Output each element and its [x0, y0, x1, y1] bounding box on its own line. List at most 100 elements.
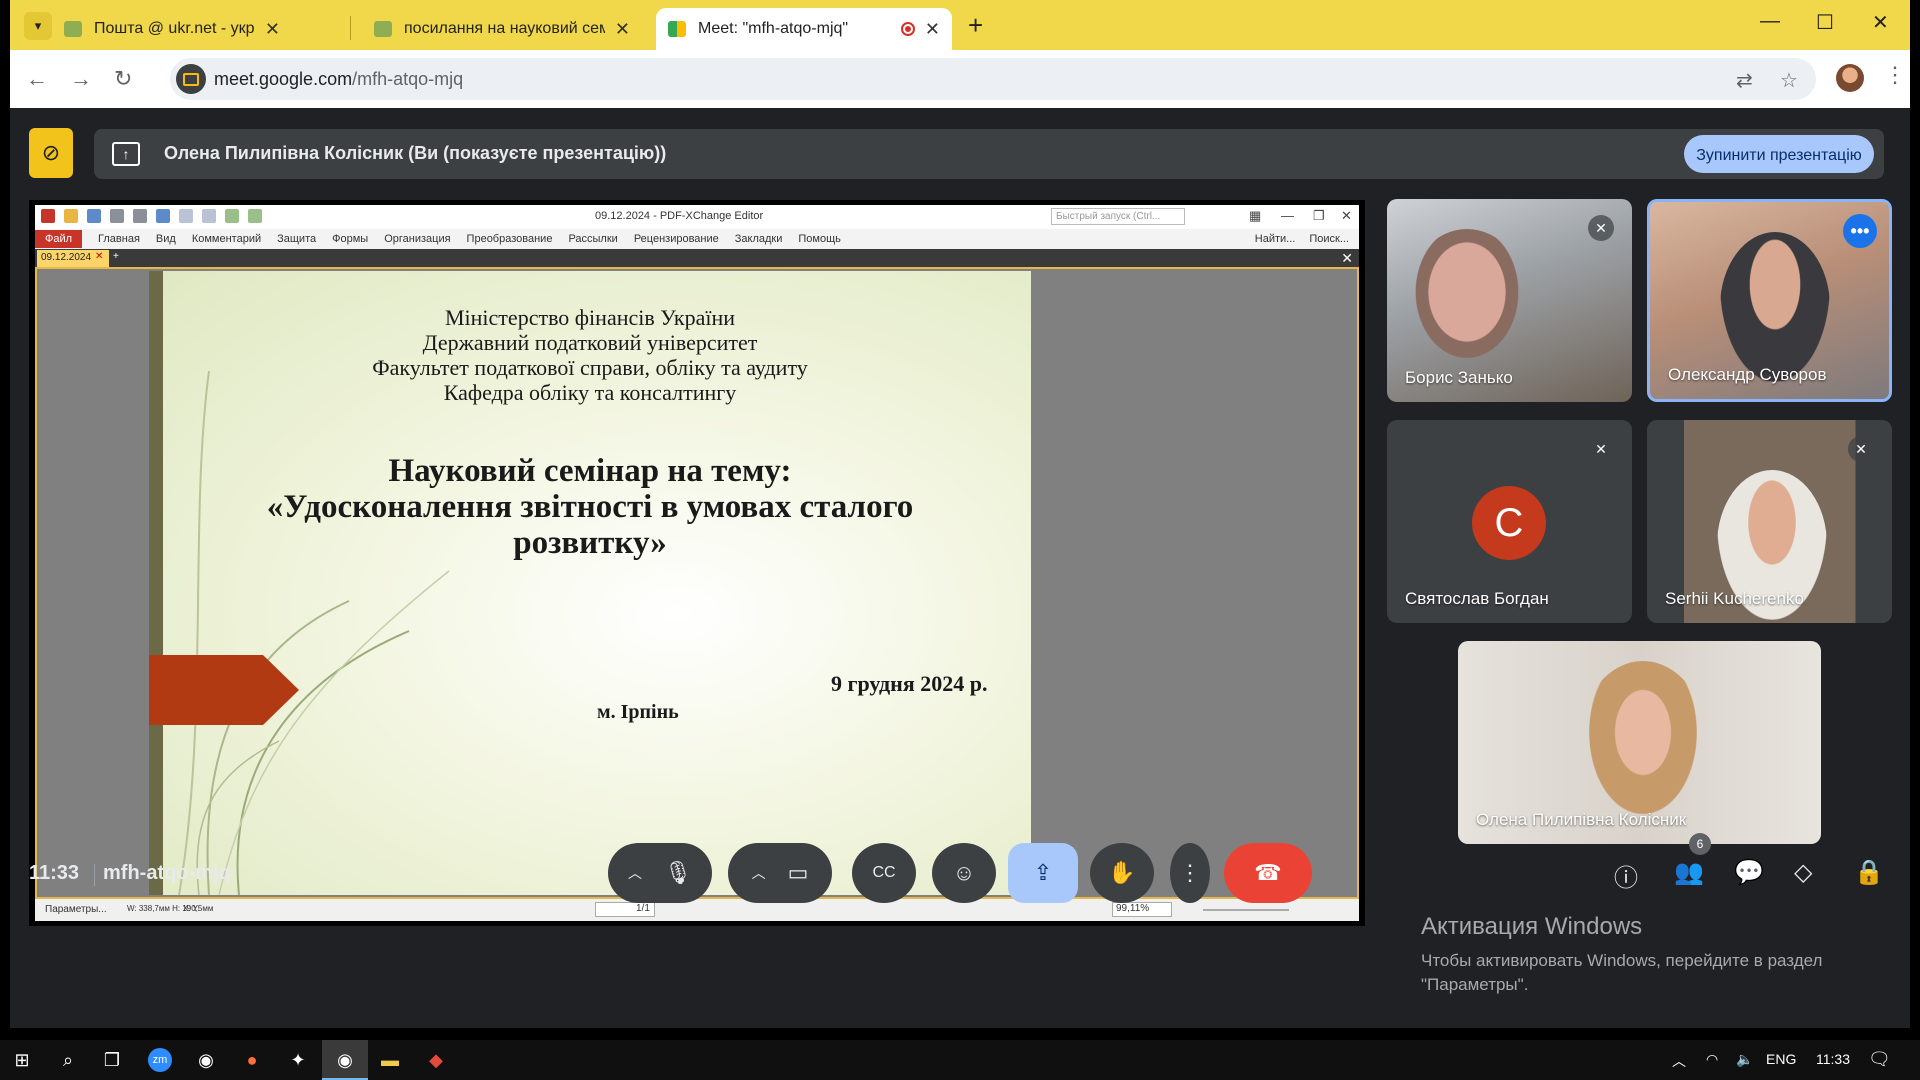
activities-icon[interactable]: ◇: [1794, 858, 1812, 887]
pdf-close-icon[interactable]: ✕: [1341, 208, 1352, 224]
file-explorer-icon[interactable]: ▬: [378, 1048, 402, 1072]
tab-seminar-link[interactable]: посилання на науковий семінар ✕: [362, 8, 642, 50]
menu-forms[interactable]: Формы: [332, 233, 368, 245]
menu-bookmarks[interactable]: Закладки: [735, 233, 783, 245]
video-options-chevron-up-icon[interactable]: ︿: [752, 863, 766, 883]
more-options-icon[interactable]: •••: [1843, 214, 1877, 248]
new-tab-plus-icon[interactable]: +: [968, 10, 983, 41]
captions-icon[interactable]: CC: [852, 843, 916, 903]
open-folder-icon[interactable]: [64, 209, 78, 223]
forward-arrow-icon[interactable]: →: [70, 66, 92, 92]
menu-protect[interactable]: Защита: [277, 233, 316, 245]
tab-meet-active[interactable]: Meet: "mfh-atqo-mjq" ✕: [656, 8, 952, 50]
pdf-close-doc-icon[interactable]: ✕: [1341, 250, 1353, 267]
browser-menu-kebab-icon[interactable]: ⋮: [1884, 62, 1906, 88]
nav-forward-icon[interactable]: [248, 209, 262, 223]
pdf-maximize-icon[interactable]: ❐: [1313, 208, 1325, 224]
emoji-reactions-icon[interactable]: ☺: [932, 843, 996, 903]
tab-ukrnet-mail[interactable]: Пошта @ ukr.net - українська е ✕: [52, 8, 292, 50]
chat-icon[interactable]: 💬: [1734, 858, 1764, 887]
chrome-icon[interactable]: ◉: [194, 1048, 218, 1072]
search-icon[interactable]: ⌕: [56, 1048, 80, 1072]
minimize-icon[interactable]: —: [1760, 10, 1780, 33]
scan-icon[interactable]: [156, 209, 170, 223]
profile-avatar[interactable]: [1836, 64, 1864, 92]
menu-review[interactable]: Рецензирование: [634, 233, 719, 245]
quick-launch-search[interactable]: Быстрый запуск (Ctrl...: [1051, 208, 1185, 225]
language-indicator[interactable]: ENG: [1766, 1051, 1796, 1067]
reload-icon[interactable]: ↻: [114, 66, 132, 92]
mic-off-icon: ✕: [1588, 215, 1614, 241]
pdf-minimize-icon[interactable]: —: [1281, 208, 1294, 223]
more-options-kebab-icon[interactable]: ⋮: [1170, 843, 1210, 903]
windows-taskbar: ⊞ ⌕ ❐ zm ◉ ● ✦ ◉ ▬ ◆ ︿ ◠ 🔈 ENG 11:33 🗨: [0, 1040, 1920, 1080]
tab-close-icon[interactable]: ✕: [265, 19, 280, 40]
print-icon[interactable]: [110, 209, 124, 223]
people-icon[interactable]: 👥: [1674, 858, 1704, 887]
self-view-tile[interactable]: Олена Пилипівна Колісник: [1458, 641, 1821, 844]
presentation-hidden-icon[interactable]: ⊘: [29, 128, 73, 178]
watermark-heading: Активация Windows: [1421, 913, 1643, 940]
stop-presenting-button[interactable]: Зупинити презентацію: [1684, 135, 1874, 173]
menu-help[interactable]: Помощь: [798, 233, 841, 245]
participant-tile[interactable]: ✕ Борис Занько: [1387, 199, 1632, 402]
audio-options-chevron-up-icon[interactable]: ︿: [628, 863, 642, 883]
menu-comment[interactable]: Комментарий: [192, 233, 261, 245]
menu-convert[interactable]: Преобразование: [467, 233, 553, 245]
menu-mailings[interactable]: Рассылки: [568, 233, 617, 245]
redo-icon[interactable]: [202, 209, 216, 223]
address-bar[interactable]: meet.google.com/mfh-atqo-mjq ⇄ ☆: [170, 58, 1816, 100]
tab-search-chevron-down-icon[interactable]: ▾: [24, 12, 52, 40]
microphone-icon[interactable]: 🎙: [664, 860, 692, 886]
chrome-active-icon[interactable]: ◉: [333, 1048, 357, 1072]
bookmark-star-icon[interactable]: ☆: [1780, 68, 1798, 93]
volume-icon[interactable]: 🔈: [1736, 1051, 1753, 1068]
meeting-details-info-icon[interactable]: ⓘ: [1614, 858, 1638, 893]
participant-tile[interactable]: ✕ Serhii Kucherenko: [1647, 420, 1892, 623]
raise-hand-icon[interactable]: ✋: [1090, 843, 1154, 903]
pdf-layout-icon[interactable]: ▦: [1249, 208, 1261, 224]
window-close-icon[interactable]: ✕: [1872, 10, 1889, 35]
search-button[interactable]: Поиск...: [1309, 233, 1349, 245]
undo-icon[interactable]: [179, 209, 193, 223]
participant-tile[interactable]: С ✕ Святослав Богдан: [1387, 420, 1632, 623]
firefox-icon[interactable]: ●: [240, 1048, 264, 1072]
pdf-doc-tab-close-icon[interactable]: ✕: [95, 251, 103, 262]
participant-tile-speaking[interactable]: ••• Олександр Суворов: [1647, 199, 1892, 402]
page-number-field[interactable]: 1/1: [595, 902, 655, 917]
zoom-slider[interactable]: [1203, 909, 1289, 911]
taskbar-clock[interactable]: 11:33: [1816, 1051, 1850, 1067]
menu-file[interactable]: Файл: [35, 230, 83, 248]
windows-start-icon[interactable]: ⊞: [10, 1048, 34, 1072]
find-button[interactable]: Найти...: [1255, 233, 1296, 245]
tab-close-icon[interactable]: ✕: [925, 19, 940, 40]
menu-organize[interactable]: Организация: [384, 233, 450, 245]
app-icon[interactable]: ✦: [286, 1048, 310, 1072]
back-arrow-icon[interactable]: ←: [26, 66, 48, 92]
video-controls: ︿ ▭: [728, 843, 832, 903]
menu-view[interactable]: Вид: [156, 233, 176, 245]
tray-chevron-up-icon[interactable]: ︿: [1672, 1051, 1686, 1071]
menu-home[interactable]: Главная: [98, 233, 140, 245]
translate-icon[interactable]: ⇄: [1736, 68, 1753, 93]
pdf-xchange-icon[interactable]: ◆: [424, 1048, 448, 1072]
leave-call-icon[interactable]: ☎: [1224, 843, 1312, 903]
zoom-app-icon[interactable]: zm: [148, 1048, 172, 1072]
host-controls-lock-icon[interactable]: 🔒: [1854, 858, 1884, 887]
task-view-icon[interactable]: ❐: [100, 1048, 124, 1072]
pdf-new-tab-plus-icon[interactable]: +: [113, 251, 119, 262]
site-info-icon[interactable]: [176, 64, 206, 94]
save-icon[interactable]: [87, 209, 101, 223]
network-icon[interactable]: ◠: [1706, 1051, 1718, 1068]
nav-back-icon[interactable]: [225, 209, 239, 223]
present-now-icon[interactable]: ⇪: [1008, 843, 1078, 903]
zoom-select[interactable]: 99,11%: [1112, 902, 1172, 917]
email-icon[interactable]: [133, 209, 147, 223]
maximize-icon[interactable]: ☐: [1816, 10, 1834, 35]
slide-title-line: Науковий семінар на тему:: [388, 453, 792, 489]
tab-close-icon[interactable]: ✕: [615, 19, 630, 40]
camera-icon[interactable]: ▭: [788, 860, 809, 886]
notifications-icon[interactable]: 🗨: [1868, 1049, 1891, 1070]
meet-favicon-icon: [668, 21, 686, 37]
status-params-button[interactable]: Параметры...: [45, 904, 107, 915]
